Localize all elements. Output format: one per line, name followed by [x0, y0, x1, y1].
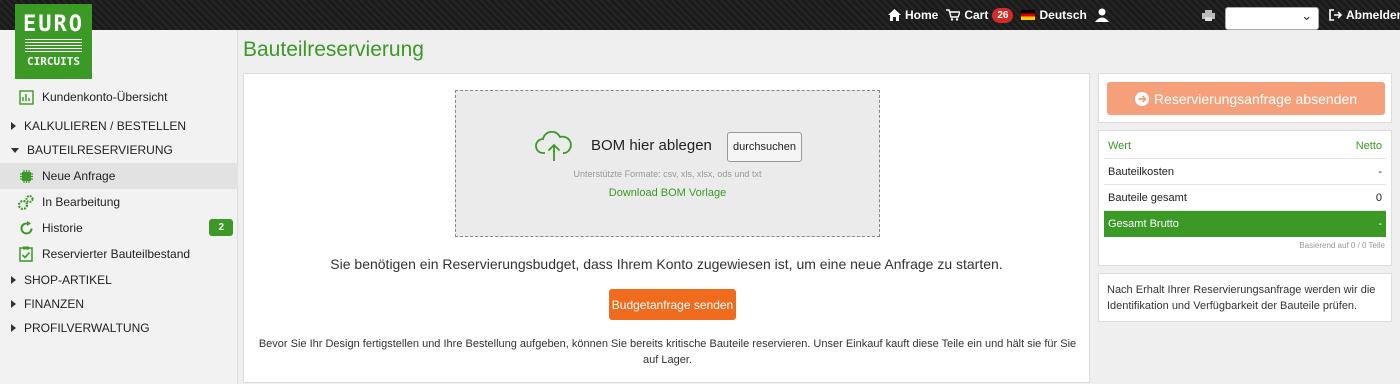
- sidebar-section-kalkulieren[interactable]: KALKULIEREN / BESTELLEN: [0, 113, 238, 139]
- home-icon: [888, 9, 901, 21]
- sidebar-section-label: BAUTEILRESERVIERUNG: [27, 143, 173, 157]
- dashboard-icon: [18, 89, 34, 105]
- gears-icon: [18, 194, 34, 210]
- sidebar-item-historie[interactable]: Historie 2: [0, 215, 238, 241]
- summary-total-row: Gesamt Brutto -: [1104, 211, 1386, 237]
- printer-icon[interactable]: [1202, 9, 1215, 21]
- submit-panel: Reservierungsanfrage absenden: [1098, 73, 1392, 123]
- historie-count-badge: 2: [209, 219, 233, 236]
- submit-reservation-button[interactable]: Reservierungsanfrage absenden: [1107, 82, 1385, 115]
- eurocircuits-logo[interactable]: EURO CIRCUITS: [15, 4, 92, 79]
- logo-lines: [25, 39, 82, 53]
- based-on-parts: Basierend auf 0 / 0 Teile: [1299, 241, 1385, 250]
- cart-count-badge: 26: [992, 7, 1014, 23]
- sidebar-section-shop-artikel[interactable]: SHOP-ARTIKEL: [0, 267, 238, 293]
- sidebar-item-label: Reservierter Bauteilbestand: [42, 247, 191, 261]
- info-panel: Nach Erhalt Ihrer Reservierungsanfrage w…: [1098, 273, 1392, 322]
- top-nav: Home Cart 26 Deutsch: [888, 0, 1121, 30]
- info-text: Nach Erhalt Ihrer Reservierungsanfrage w…: [1107, 284, 1376, 312]
- dropzone-label: BOM hier ablegen: [591, 137, 712, 154]
- arrow-circle-right-icon: [1134, 91, 1149, 106]
- sidebar-section-label: PROFILVERWALTUNG: [24, 321, 150, 335]
- clipboard-check-icon: [18, 246, 34, 262]
- summary-row-label: Bauteilkosten: [1108, 165, 1175, 178]
- printer-area: [1202, 0, 1219, 30]
- history-icon: [18, 220, 34, 236]
- budget-message: Sie benötigen ein Reservierungsbudget, d…: [330, 256, 1003, 272]
- cart-icon: [946, 9, 961, 21]
- info-footer-text: Bevor Sie Ihr Design fertigstellen und I…: [258, 338, 1077, 366]
- download-bom-template-link[interactable]: Download BOM Vorlage: [456, 187, 879, 199]
- summary-row-value: 0: [1375, 191, 1382, 204]
- sidebar-item-label: Neue Anfrage: [42, 169, 116, 183]
- summary-header-wert: Wert: [1108, 139, 1132, 152]
- summary-panel: Wert Netto Bauteilkosten - Bauteile gesa…: [1098, 130, 1392, 266]
- budget-request-button[interactable]: Budgetanfrage senden: [609, 289, 736, 320]
- cart-link[interactable]: Cart 26: [946, 7, 1014, 23]
- sidebar-item-in-bearbeitung[interactable]: In Bearbeitung: [0, 189, 238, 215]
- summary-row-label: Bauteile gesamt: [1108, 191, 1187, 204]
- main-panel: BOM hier ablegen durchsuchen Unterstützt…: [243, 73, 1090, 383]
- cart-label: Cart: [964, 8, 989, 22]
- sidebar-section-bauteilreservierung[interactable]: BAUTEILRESERVIERUNG: [0, 137, 238, 163]
- language-label: Deutsch: [1039, 8, 1087, 22]
- sidebar-item-label: In Bearbeitung: [42, 195, 121, 209]
- sidebar-section-profilverwaltung[interactable]: PROFILVERWALTUNG: [0, 315, 238, 341]
- logo-text-circuits: CIRCUITS: [27, 55, 80, 68]
- home-label: Home: [905, 8, 939, 22]
- language-switch[interactable]: Deutsch: [1021, 8, 1087, 22]
- cloud-upload-icon: [535, 131, 572, 161]
- sidebar-item-reservierter-bestand[interactable]: Reservierter Bauteilbestand: [0, 241, 238, 267]
- sidebar-item-label: Kundenkonto-Übersicht: [42, 90, 168, 104]
- logout-label: Abmelden: [1346, 8, 1400, 22]
- summary-row: Bauteile gesamt 0: [1104, 185, 1386, 211]
- logout-icon: [1329, 9, 1342, 21]
- summary-total-value: -: [1378, 218, 1382, 230]
- sidebar: Kundenkonto-Übersicht KALKULIEREN / BEST…: [0, 30, 238, 384]
- logout-link[interactable]: Abmelden: [1329, 0, 1400, 30]
- summary-row: Bauteilkosten -: [1104, 159, 1386, 185]
- submit-label: Reservierungsanfrage absenden: [1153, 90, 1358, 107]
- user-menu[interactable]: [1094, 8, 1113, 22]
- sidebar-item-account-overview[interactable]: Kundenkonto-Übersicht: [0, 84, 238, 110]
- top-bar: [0, 0, 1400, 30]
- sidebar-item-neue-anfrage[interactable]: Neue Anfrage: [0, 163, 238, 189]
- caret-right-icon: [11, 276, 16, 284]
- browse-button[interactable]: durchsuchen: [727, 132, 802, 162]
- summary-header: Wert Netto: [1104, 133, 1386, 159]
- summary-row-value: -: [1378, 165, 1382, 178]
- german-flag-icon: [1021, 10, 1036, 20]
- supported-formats: Unterstützte Formate: csv, xls, xlsx, od…: [573, 169, 762, 179]
- sidebar-section-finanzen[interactable]: FINANZEN: [0, 291, 238, 317]
- sidebar-item-label: Historie: [42, 221, 83, 235]
- caret-down-icon: [11, 147, 19, 153]
- sidebar-section-label: KALKULIEREN / BESTELLEN: [24, 119, 187, 133]
- bom-dropzone[interactable]: BOM hier ablegen durchsuchen Unterstützt…: [455, 90, 880, 237]
- user-icon: [1094, 8, 1109, 22]
- chip-icon: [18, 168, 34, 184]
- caret-right-icon: [11, 324, 16, 332]
- logo-text-euro: EURO: [23, 12, 84, 37]
- caret-right-icon: [11, 300, 16, 308]
- home-link[interactable]: Home: [888, 8, 938, 22]
- sidebar-section-label: SHOP-ARTIKEL: [24, 273, 112, 287]
- site-select[interactable]: [1225, 7, 1319, 30]
- summary-header-netto: Netto: [1355, 139, 1382, 152]
- page-title: Bauteilreservierung: [243, 38, 424, 61]
- summary-total-label: Gesamt Brutto: [1108, 218, 1179, 230]
- caret-right-icon: [11, 122, 16, 130]
- sidebar-section-label: FINANZEN: [24, 297, 84, 311]
